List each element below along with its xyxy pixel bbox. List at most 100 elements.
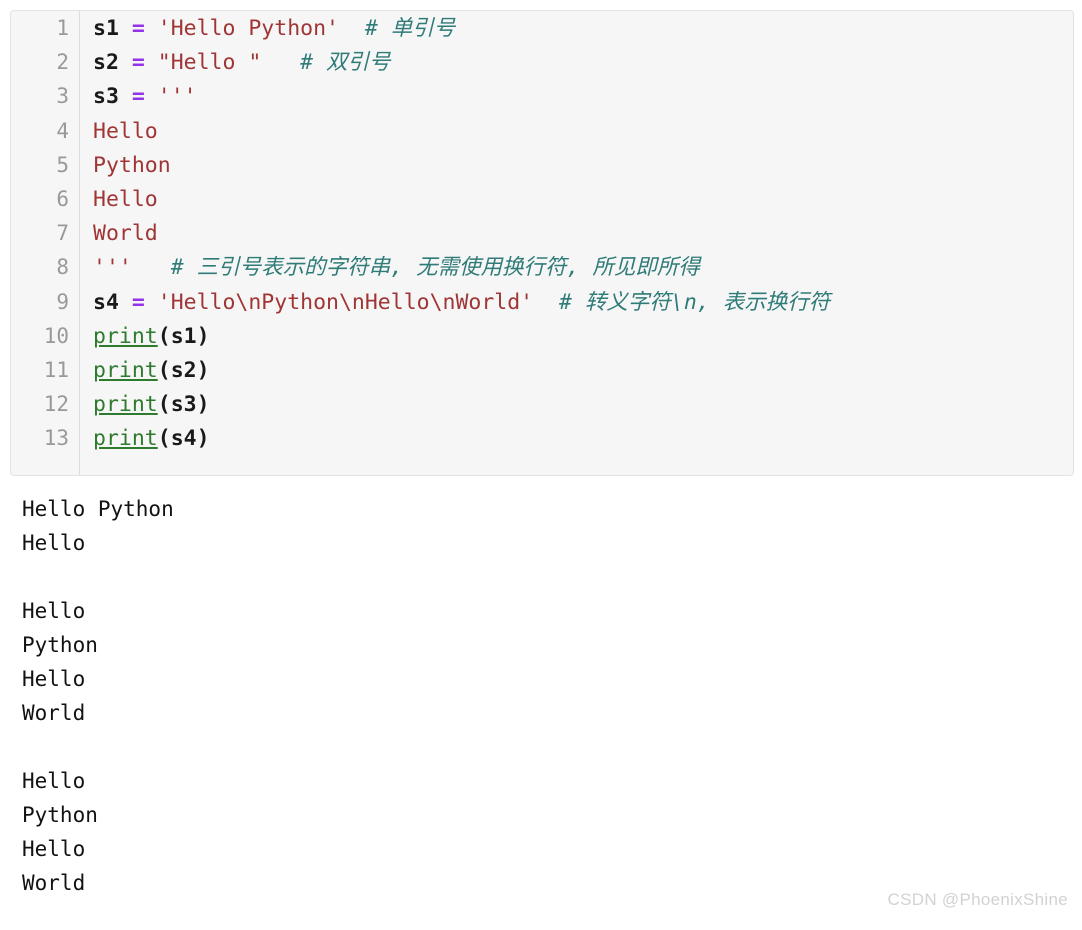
- code-line-text: ''' # 三引号表示的字符串, 无需使用换行符, 所见即所得: [79, 251, 700, 285]
- token-op: =: [131, 50, 145, 76]
- code-lines-container: 1 s1 = 'Hello Python' # 单引号 2 s2 = "Hello "…: [11, 11, 1073, 475]
- line-number: 4: [56, 118, 69, 143]
- code-line: 12 print(s3): [11, 387, 1073, 421]
- output-blank-line: [22, 730, 174, 764]
- output-line: World: [22, 701, 86, 725]
- code-line: 13 print(s4): [11, 421, 1073, 455]
- code-line-text: s4 = 'Hello\nPython\nHello\nWorld' # 转义字…: [79, 286, 830, 320]
- token-str: ''': [93, 255, 132, 281]
- token-fn: print: [93, 357, 158, 383]
- line-number: 3: [56, 84, 69, 109]
- code-line: 7 World: [11, 216, 1073, 250]
- token-var: s4: [93, 289, 119, 315]
- token-fn: print: [93, 392, 158, 418]
- token-op: =: [131, 84, 145, 110]
- line-number: 1: [56, 16, 69, 40]
- token-plain: ): [196, 426, 210, 452]
- line-number: 7: [56, 221, 69, 246]
- token-var: s1: [170, 323, 197, 349]
- code-line-text: s1 = 'Hello Python' # 单引号: [79, 12, 455, 46]
- line-number: 12: [43, 392, 69, 417]
- line-number: 8: [56, 255, 69, 280]
- line-number: 11: [43, 357, 69, 382]
- code-line: 5 Python: [11, 148, 1073, 182]
- code-line: 8 ''' # 三引号表示的字符串, 无需使用换行符, 所见即所得: [11, 250, 1073, 284]
- token-cmt: # 单引号: [364, 16, 456, 41]
- token-plain: (: [157, 392, 171, 418]
- token-str: Hello: [93, 118, 158, 144]
- code-line: 9 s4 = 'Hello\nPython\nHello\nWorld' # 转义…: [11, 285, 1073, 319]
- line-number: 9: [56, 289, 69, 314]
- line-number: 2: [56, 50, 69, 75]
- output-line: Hello: [22, 769, 86, 793]
- token-cmt: # 三引号表示的字符串, 无需使用换行符, 所见即所得: [170, 255, 700, 281]
- output-line: Hello: [22, 837, 86, 861]
- token-str: ''': [157, 84, 197, 110]
- token-cmt: # 双引号: [300, 50, 391, 76]
- token-op: =: [131, 16, 145, 41]
- token-str: 'Hello Python': [157, 16, 339, 41]
- token-fn: print: [93, 323, 158, 349]
- token-var: s4: [170, 426, 197, 452]
- token-str: Hello: [93, 186, 158, 212]
- code-line-text: print(s2): [79, 354, 210, 388]
- token-cmt: # 转义字符\n, 表示换行符: [559, 289, 831, 315]
- code-line-text: Hello: [79, 115, 158, 149]
- code-line-text: World: [79, 217, 158, 251]
- code-line-text: print(s4): [79, 422, 210, 456]
- output-blank-line: [22, 560, 174, 594]
- token-plain: ): [196, 357, 210, 383]
- code-line-text: print(s1): [79, 320, 210, 354]
- line-number: 10: [43, 323, 69, 348]
- output-line: Hello: [22, 667, 86, 691]
- token-str: Python: [93, 152, 171, 178]
- code-line-text: s3 = ''': [79, 80, 197, 114]
- code-line: 4 Hello: [11, 114, 1073, 148]
- token-str: World: [93, 221, 158, 247]
- output-line: Hello Python: [22, 497, 174, 521]
- program-output: Hello Python Hello Hello Python Hello World …: [22, 492, 174, 900]
- code-line-text: s2 = "Hello " # 双引号: [79, 46, 391, 80]
- output-line: Hello: [22, 531, 86, 555]
- output-line: World: [22, 871, 86, 895]
- token-var: s1: [93, 16, 119, 41]
- token-plain: (: [157, 357, 171, 383]
- token-var: s2: [93, 50, 119, 76]
- code-line-text: Python: [79, 149, 171, 183]
- token-var: s3: [93, 84, 119, 110]
- token-plain: ): [196, 392, 210, 418]
- code-block[interactable]: 1 s1 = 'Hello Python' # 单引号 2 s2 = "Hello "…: [10, 10, 1074, 476]
- code-line: 1 s1 = 'Hello Python' # 单引号: [11, 11, 1073, 45]
- token-var: s2: [170, 357, 197, 383]
- token-plain: ): [196, 323, 210, 349]
- code-line: 2 s2 = "Hello " # 双引号: [11, 45, 1073, 79]
- output-line: Hello: [22, 599, 86, 623]
- output-line: Python: [22, 803, 98, 827]
- token-fn: print: [93, 426, 158, 452]
- line-number: 5: [56, 152, 69, 177]
- code-line: 11 print(s2): [11, 353, 1073, 387]
- token-plain: (: [157, 323, 171, 349]
- token-op: =: [131, 289, 145, 315]
- code-line: 10 print(s1): [11, 319, 1073, 353]
- token-str: "Hello ": [157, 50, 262, 76]
- code-line: 3 s3 = ''': [11, 79, 1073, 113]
- token-str: 'Hello\nPython\nHello\nWorld': [157, 289, 534, 315]
- token-plain: (: [157, 426, 171, 452]
- line-number: 6: [56, 186, 69, 211]
- token-var: s3: [170, 392, 197, 418]
- output-line: Python: [22, 633, 98, 657]
- code-line: 6 Hello: [11, 182, 1073, 216]
